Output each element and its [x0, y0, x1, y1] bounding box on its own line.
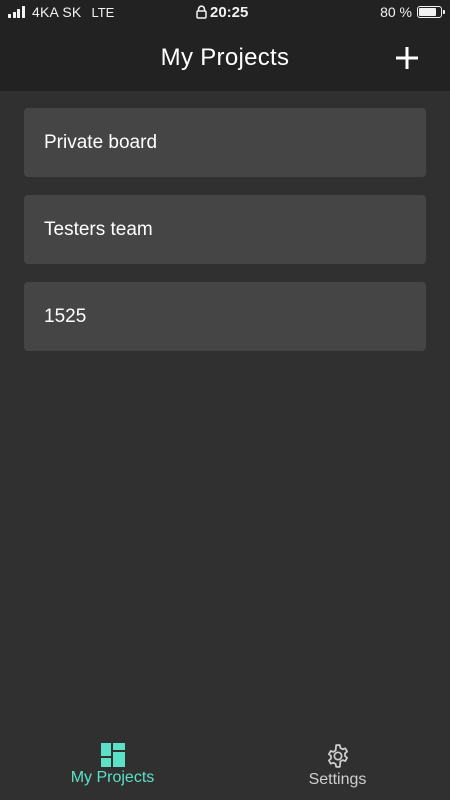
tab-label: My Projects — [70, 769, 155, 786]
app-header: My Projects — [0, 24, 450, 91]
signal-strength-icon — [8, 6, 26, 18]
project-name: Private board — [44, 131, 158, 153]
battery-icon — [417, 6, 445, 18]
tab-label: Settings — [308, 771, 367, 788]
gear-icon — [327, 744, 348, 768]
carrier-name: 4KA SK — [32, 4, 82, 20]
project-name: 1525 — [44, 305, 87, 327]
page-title: My Projects — [160, 43, 290, 71]
tab-my-projects[interactable]: My Projects — [0, 738, 225, 800]
add-project-button[interactable] — [393, 44, 420, 71]
clock: 20:25 — [210, 3, 249, 21]
status-bar: 4KA SK LTE 20:25 80 % — [0, 0, 450, 24]
battery-percentage: 80 % — [380, 4, 412, 20]
plus-icon — [395, 46, 418, 69]
dashboard-icon — [100, 743, 125, 767]
project-card[interactable]: Private board — [24, 108, 426, 177]
network-type: LTE — [91, 4, 115, 20]
bottom-tab-bar: My Projects Settings — [0, 738, 450, 800]
project-list: Private board Testers team 1525 — [24, 108, 426, 369]
project-name: Testers team — [44, 218, 153, 240]
lock-icon — [196, 5, 207, 19]
project-card[interactable]: Testers team — [24, 195, 426, 264]
status-center: 20:25 — [196, 0, 248, 24]
tab-settings[interactable]: Settings — [225, 738, 450, 800]
status-right: 80 % — [380, 0, 445, 24]
status-left: 4KA SK LTE — [8, 0, 114, 24]
project-card[interactable]: 1525 — [24, 282, 426, 351]
